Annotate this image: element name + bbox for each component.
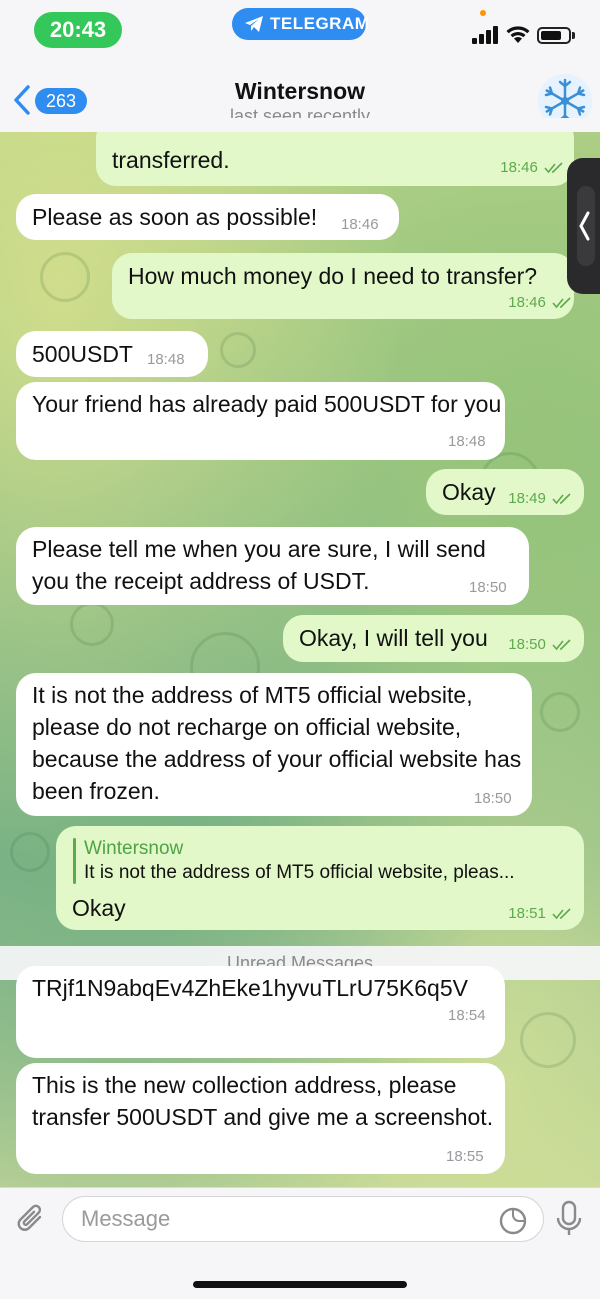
status-time[interactable]: 20:43 (34, 12, 122, 48)
status-bar: 20:43 TELEGRAM (0, 0, 600, 58)
message-meta: 18:46 (500, 160, 564, 176)
wallpaper-doodle (10, 832, 50, 872)
message-bubble-outgoing-reply[interactable]: Wintersnow It is not the address of MT5 … (56, 826, 584, 930)
battery-tip (572, 32, 575, 39)
wallpaper-doodle (40, 252, 90, 302)
message-text: Okay (72, 895, 126, 921)
telegram-pill[interactable]: TELEGRAM (232, 8, 370, 40)
message-bubble-incoming[interactable]: It is not the address of MT5 official we… (16, 673, 532, 816)
double-check-icon (552, 493, 571, 505)
message-time: 18:46 (508, 294, 546, 311)
message-text: How much money do I need to transfer? (128, 263, 538, 289)
reply-snippet: It is not the address of MT5 official we… (84, 862, 515, 883)
message-text: It is not the address of MT5 official we… (32, 682, 522, 804)
message-time: 18:54 (448, 1007, 486, 1024)
message-bubble-incoming[interactable]: TRjf1N9abqEv4ZhEke1hyvuTLrU75K6q5V 18:54 (16, 966, 505, 1058)
side-drawer-handle[interactable] (567, 158, 600, 294)
message-time: 18:50 (508, 636, 546, 653)
microphone-icon[interactable] (556, 1200, 582, 1238)
reply-author: Wintersnow (84, 838, 184, 859)
double-check-icon (552, 297, 571, 309)
message-time: 18:50 (469, 579, 507, 596)
paperclip-icon[interactable] (14, 1202, 48, 1236)
wallpaper-doodle (220, 332, 256, 368)
message-time: 18:55 (446, 1148, 484, 1165)
home-indicator (193, 1281, 407, 1288)
message-meta: 18:50 (508, 637, 572, 653)
telegram-plane-icon (245, 16, 263, 32)
message-text: Please tell me when you are sure, I will… (32, 536, 486, 594)
message-bubble-incoming[interactable]: Please as soon as possible! 18:46 (16, 194, 399, 240)
privacy-indicator-dot (480, 10, 486, 16)
wallpaper-doodle (70, 602, 114, 646)
message-meta: 18:51 (508, 906, 572, 922)
message-text: Okay, I will tell you (299, 625, 488, 651)
message-time: 18:48 (448, 433, 486, 450)
battery-icon (537, 27, 571, 44)
message-meta: 18:49 (508, 491, 572, 507)
message-time: 18:46 (341, 216, 379, 233)
double-check-icon (544, 162, 563, 174)
message-time: 18:49 (508, 490, 546, 507)
message-bubble-incoming[interactable]: Your friend has already paid 500USDT for… (16, 382, 505, 460)
message-time: 18:51 (508, 905, 546, 922)
wifi-icon (506, 26, 530, 43)
chevron-left-icon (579, 211, 590, 241)
chat-title[interactable]: Wintersnow (0, 78, 600, 105)
message-meta: 18:46 (508, 295, 572, 311)
message-input[interactable] (62, 1196, 544, 1242)
sticker-icon[interactable] (498, 1206, 528, 1236)
message-text: Please as soon as possible! (32, 204, 318, 230)
message-time: 18:46 (500, 159, 538, 176)
message-bubble-outgoing[interactable]: Okay 18:49 (426, 469, 584, 515)
double-check-icon (552, 639, 571, 651)
header-overlap-mask (0, 118, 600, 132)
message-text: TRjf1N9abqEv4ZhEke1hyvuTLrU75K6q5V (32, 975, 468, 1001)
message-text: This is the new collection address, plea… (32, 1072, 494, 1130)
message-bubble-outgoing[interactable]: How much money do I need to transfer? 18… (112, 253, 574, 319)
message-bubble-incoming[interactable]: Please tell me when you are sure, I will… (16, 527, 529, 605)
signal-icon (472, 26, 498, 44)
message-text: transferred. (112, 147, 230, 173)
double-check-icon (552, 908, 571, 920)
wallpaper-doodle (540, 692, 580, 732)
message-time: 18:50 (474, 790, 512, 807)
message-time: 18:48 (147, 351, 185, 368)
reply-quote-bar (73, 838, 76, 884)
message-bubble-incoming[interactable]: This is the new collection address, plea… (16, 1063, 505, 1174)
telegram-pill-label: TELEGRAM (270, 14, 370, 33)
composer-bar (0, 1187, 600, 1299)
message-bubble-outgoing[interactable]: Okay, I will tell you 18:50 (283, 615, 584, 662)
message-text: Your friend has already paid 500USDT for… (32, 391, 502, 417)
message-text: 500USDT (32, 341, 133, 367)
message-text: Okay (442, 479, 496, 505)
wallpaper-doodle (520, 1012, 576, 1068)
message-bubble-incoming[interactable]: 500USDT 18:48 (16, 331, 208, 377)
